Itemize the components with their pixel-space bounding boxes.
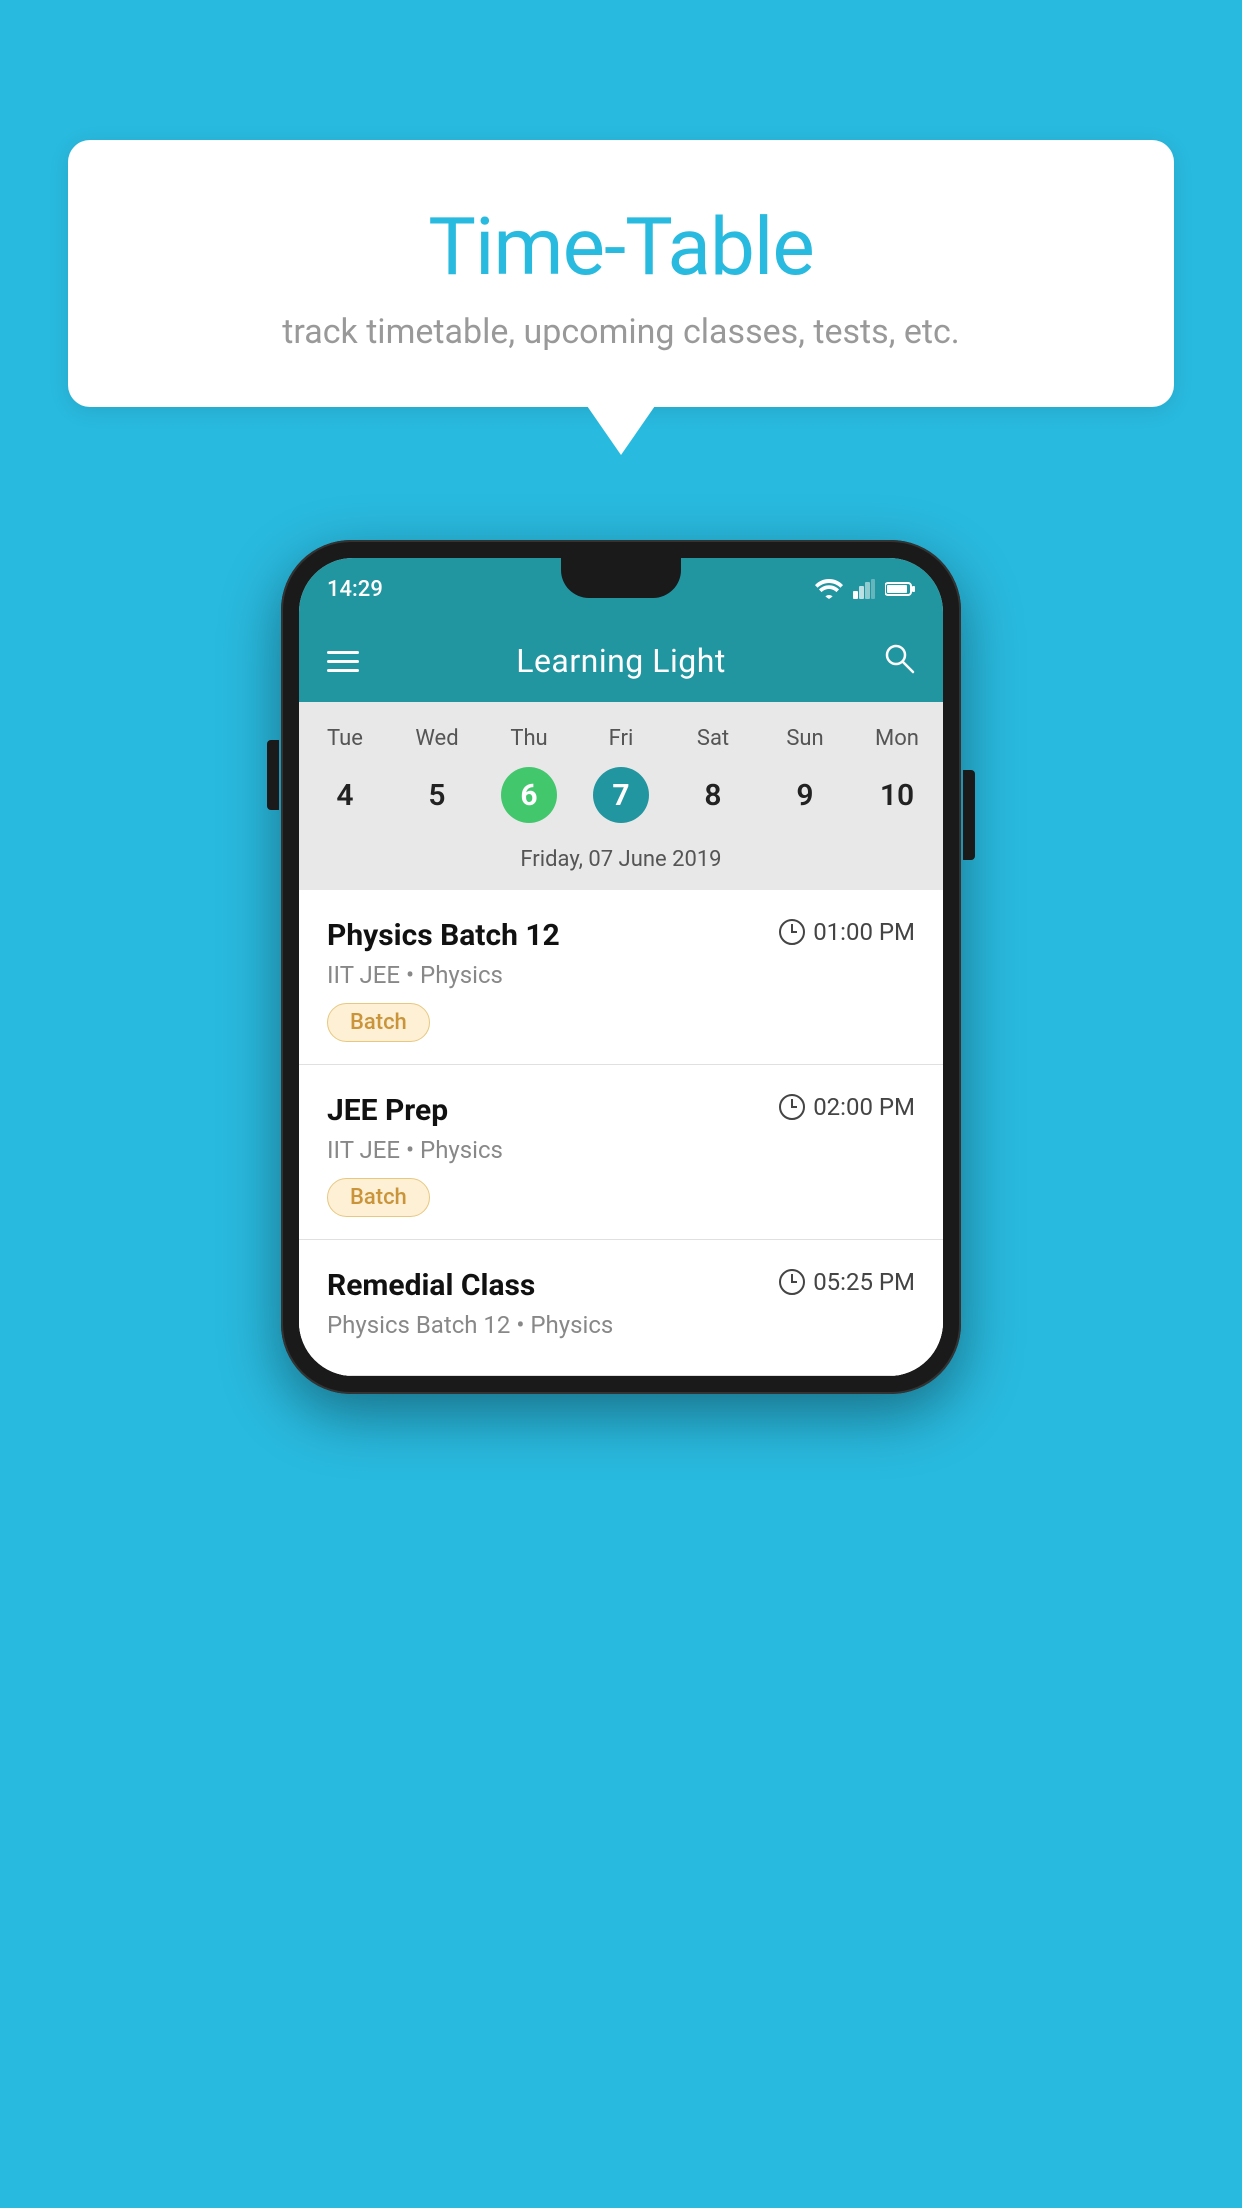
wifi-icon: [815, 579, 843, 599]
schedule-name-1: Physics Batch 12: [327, 918, 560, 953]
schedule-item-2[interactable]: JEE Prep 02:00 PM IIT JEE • Physics Batc…: [299, 1065, 943, 1240]
schedule-meta-2: IIT JEE • Physics: [327, 1136, 915, 1164]
date-today-circle: 6: [501, 767, 557, 823]
day-tue: Tue: [299, 720, 391, 757]
date-4[interactable]: 4: [299, 767, 391, 823]
time-value-3: 05:25 PM: [813, 1268, 915, 1296]
day-mon: Mon: [851, 720, 943, 757]
date-8[interactable]: 8: [667, 767, 759, 823]
bubble-title: Time-Table: [118, 200, 1124, 294]
day-thu: Thu: [483, 720, 575, 757]
clock-icon-3: [779, 1269, 805, 1295]
batch-tag-2: Batch: [327, 1178, 430, 1217]
schedule-top-3: Remedial Class 05:25 PM: [327, 1268, 915, 1303]
schedule-name-3: Remedial Class: [327, 1268, 535, 1303]
status-icons: [815, 579, 915, 599]
phone-screen: 14:29: [299, 558, 943, 1376]
signal-icon: [853, 579, 875, 599]
time-value-2: 02:00 PM: [813, 1093, 915, 1121]
date-6[interactable]: 6: [483, 767, 575, 823]
phone-container: 14:29: [281, 540, 961, 1394]
schedule-top-1: Physics Batch 12 01:00 PM: [327, 918, 915, 953]
schedule-name-2: JEE Prep: [327, 1093, 448, 1128]
hamburger-icon[interactable]: [327, 651, 359, 672]
schedule-list: Physics Batch 12 01:00 PM IIT JEE • Phys…: [299, 890, 943, 1376]
dates-row: 4 5 6 7 8 9 10: [299, 767, 943, 837]
date-10[interactable]: 10: [851, 767, 943, 823]
batch-tag-1: Batch: [327, 1003, 430, 1042]
date-selected-circle: 7: [593, 767, 649, 823]
speech-bubble-container: Time-Table track timetable, upcoming cla…: [68, 140, 1174, 407]
schedule-time-3: 05:25 PM: [779, 1268, 915, 1296]
speech-bubble: Time-Table track timetable, upcoming cla…: [68, 140, 1174, 407]
schedule-meta-1: IIT JEE • Physics: [327, 961, 915, 989]
day-fri: Fri: [575, 720, 667, 757]
app-header: Learning Light: [299, 620, 943, 702]
time-value-1: 01:00 PM: [813, 918, 915, 946]
schedule-time-1: 01:00 PM: [779, 918, 915, 946]
selected-date-label: Friday, 07 June 2019: [299, 837, 943, 890]
schedule-time-2: 02:00 PM: [779, 1093, 915, 1121]
schedule-item-1[interactable]: Physics Batch 12 01:00 PM IIT JEE • Phys…: [299, 890, 943, 1065]
phone-outer: 14:29: [281, 540, 961, 1394]
days-row: Tue Wed Thu Fri Sat Sun Mon: [299, 720, 943, 767]
clock-icon-2: [779, 1094, 805, 1120]
schedule-meta-3: Physics Batch 12 • Physics: [327, 1311, 915, 1339]
clock-icon-1: [779, 919, 805, 945]
schedule-item-3[interactable]: Remedial Class 05:25 PM Physics Batch 12…: [299, 1240, 943, 1376]
bubble-subtitle: track timetable, upcoming classes, tests…: [118, 312, 1124, 352]
status-bar: 14:29: [299, 558, 943, 620]
calendar-section: Tue Wed Thu Fri Sat Sun Mon 4 5 6 7: [299, 702, 943, 890]
app-title: Learning Light: [516, 642, 726, 680]
status-time: 14:29: [327, 577, 383, 602]
search-button[interactable]: [883, 642, 915, 681]
schedule-top-2: JEE Prep 02:00 PM: [327, 1093, 915, 1128]
date-5[interactable]: 5: [391, 767, 483, 823]
date-7[interactable]: 7: [575, 767, 667, 823]
battery-icon: [885, 581, 915, 597]
day-sun: Sun: [759, 720, 851, 757]
day-sat: Sat: [667, 720, 759, 757]
date-9[interactable]: 9: [759, 767, 851, 823]
day-wed: Wed: [391, 720, 483, 757]
